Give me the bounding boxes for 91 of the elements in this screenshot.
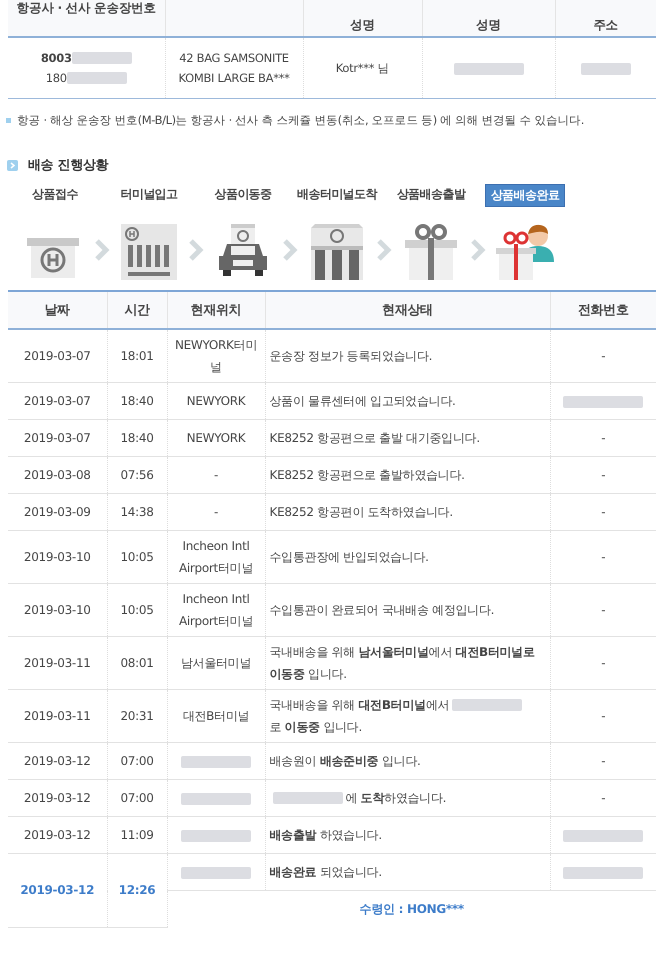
status-text: 국내배송을 위해 남서울터미널에서 대전B터미널로 이동중 입니다.	[270, 644, 536, 683]
status-text: 에 도착하였습니다.	[346, 790, 446, 807]
chevron-icon	[188, 238, 204, 262]
location-cell: -	[214, 505, 218, 519]
chevron-icon	[7, 160, 18, 170]
column-header: 현재상태	[265, 291, 550, 329]
status-text: KE8252 항공편으로 출발 대기중입니다.	[270, 430, 480, 447]
column-header: 전화번호	[550, 291, 656, 329]
date-cell: 2019-03-07	[24, 394, 91, 408]
time-cell: 11:09	[120, 828, 154, 842]
column-header: 성명	[422, 0, 555, 37]
time-cell: 18:40	[120, 394, 154, 408]
column-header: 항공사 · 선사 운송장번호	[8, 0, 165, 37]
date-cell: 2019-03-08	[24, 468, 91, 482]
redacted-block	[452, 699, 522, 711]
phone-cell: -	[601, 431, 606, 445]
receiver-text: 수령인 : HONG***	[360, 902, 464, 916]
column-header: 시간	[107, 291, 167, 329]
status-text: KE8252 항공편으로 출발하였습니다.	[270, 467, 465, 484]
date-cell: 2019-03-11	[24, 709, 91, 723]
chevron-icon	[94, 238, 110, 262]
status-text: KE8252 항공편이 도착하였습니다.	[270, 504, 453, 521]
phone-cell: -	[601, 550, 606, 564]
time-cell: 12:26	[118, 883, 156, 898]
item-name: 42 BAG SAMSONITE KOMBI LARGE BA***	[178, 51, 290, 85]
date-cell: 2019-03-10	[24, 550, 91, 564]
date-cell: 2019-03-12	[24, 828, 91, 842]
status-text: 국내배송을 위해 대전B터미널에서	[270, 697, 450, 714]
status-text: 로 이동중 입니다.	[270, 719, 362, 736]
step-label: 상품배송완료	[484, 184, 566, 207]
location-cell: NEWYORK	[186, 431, 246, 445]
column-header: 성명	[303, 0, 422, 37]
waybill-number: 180	[46, 70, 67, 87]
date-cell: 2019-03-07	[24, 349, 91, 363]
bullet-icon	[6, 118, 11, 123]
time-cell: 14:38	[120, 505, 154, 519]
step-label: 상품배송출발	[396, 186, 467, 203]
date-cell: 2019-03-12	[20, 883, 94, 898]
status-text: 수입통관장에 반입되었습니다.	[270, 549, 429, 566]
date-cell: 2019-03-10	[24, 603, 91, 617]
step-label: 상품접수	[31, 186, 79, 203]
time-cell: 07:00	[120, 791, 154, 805]
location-cell: Incheon Intl Airport터미널	[178, 539, 254, 575]
waybill-number: 8003	[40, 50, 72, 67]
redacted-block	[272, 792, 342, 804]
phone-cell: -	[601, 603, 606, 617]
note-text: 항공 · 해상 운송장 번호(M-B/L)는 항공사 · 선사 측 스케쥴 변동(취소, 오프로드 등) 에 의해 변경될 수 있습니다.	[17, 113, 584, 128]
location-cell: NEWYORK터미널	[174, 338, 258, 374]
date-cell: 2019-03-12	[24, 754, 91, 768]
location-cell: 남서울터미널	[180, 656, 252, 670]
time-cell: 18:01	[120, 349, 154, 363]
time-cell: 10:05	[120, 603, 154, 617]
warehouse-icon	[119, 224, 179, 280]
time-cell: 18:40	[120, 431, 154, 445]
phone-cell: -	[601, 505, 606, 519]
time-cell: 20:31	[120, 709, 154, 723]
phone-cell: -	[601, 656, 606, 670]
status-text: 수입통관이 완료되어 국내배송 예정입니다.	[270, 602, 494, 619]
time-cell: 07:56	[120, 468, 154, 482]
date-cell: 2019-03-12	[24, 791, 91, 805]
phone-cell: -	[601, 468, 606, 482]
status-text: 운송장 정보가 등록되었습니다.	[270, 348, 432, 365]
chevron-icon	[282, 238, 298, 262]
phone-cell: -	[601, 709, 606, 723]
location-cell: -	[214, 468, 218, 482]
time-cell: 08:01	[120, 656, 154, 670]
phone-cell: -	[601, 754, 606, 768]
status-text: 상품이 물류센터에 입고되었습니다.	[270, 393, 456, 410]
sender-name: Kotr*** 님	[336, 61, 390, 75]
date-cell: 2019-03-09	[24, 505, 91, 519]
date-cell: 2019-03-11	[24, 656, 91, 670]
step-label: 배송터미널도착	[296, 186, 378, 203]
status-text: 배송완료 되었습니다.	[270, 864, 382, 881]
step-label: 터미널입고	[119, 186, 178, 203]
section-title: 배송 진행상황	[28, 157, 108, 174]
chevron-icon	[470, 238, 486, 262]
column-header: 주소	[555, 0, 656, 37]
phone-cell: -	[601, 349, 606, 363]
time-cell: 07:00	[120, 754, 154, 768]
location-cell: 대전B터미널	[182, 709, 250, 723]
status-text: 배송출발 하였습니다.	[270, 827, 382, 844]
time-cell: 10:05	[120, 550, 154, 564]
status-text: 배송원이 배송준비중 입니다.	[270, 753, 420, 770]
date-cell: 2019-03-07	[24, 431, 91, 445]
location-cell: NEWYORK	[186, 394, 246, 408]
step-label: 상품이동중	[213, 186, 272, 203]
column-header: 현재위치	[167, 291, 265, 329]
location-cell: Incheon Intl Airport터미널	[178, 592, 254, 628]
phone-cell: -	[601, 791, 606, 805]
chevron-icon	[376, 238, 392, 262]
column-header: 날짜	[8, 291, 107, 329]
